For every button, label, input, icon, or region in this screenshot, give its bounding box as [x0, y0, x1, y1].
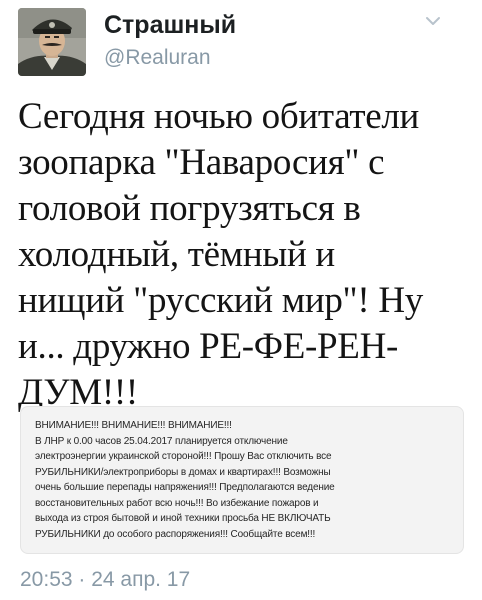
user-avatar[interactable] [18, 8, 86, 76]
attached-image[interactable]: ВНИМАНИЕ!!! ВНИМАНИЕ!!! ВНИМАНИЕ!!! В ЛН… [20, 406, 464, 554]
tweet: Страшный @Realuran Сегодня ночью обитате… [0, 0, 482, 600]
author-display-name[interactable]: Страшный [104, 11, 236, 40]
attached-image-text: ВНИМАНИЕ!!! ВНИМАНИЕ!!! ВНИМАНИЕ!!! В ЛН… [35, 420, 335, 540]
chevron-down-icon[interactable] [424, 14, 442, 28]
author-handle[interactable]: @Realuran [104, 46, 211, 70]
tweet-text: Сегодня ночью обитатели зоопарка "Наваро… [18, 96, 423, 413]
tweet-timestamp[interactable]: 20:53 · 24 апр. 17 [20, 568, 190, 592]
